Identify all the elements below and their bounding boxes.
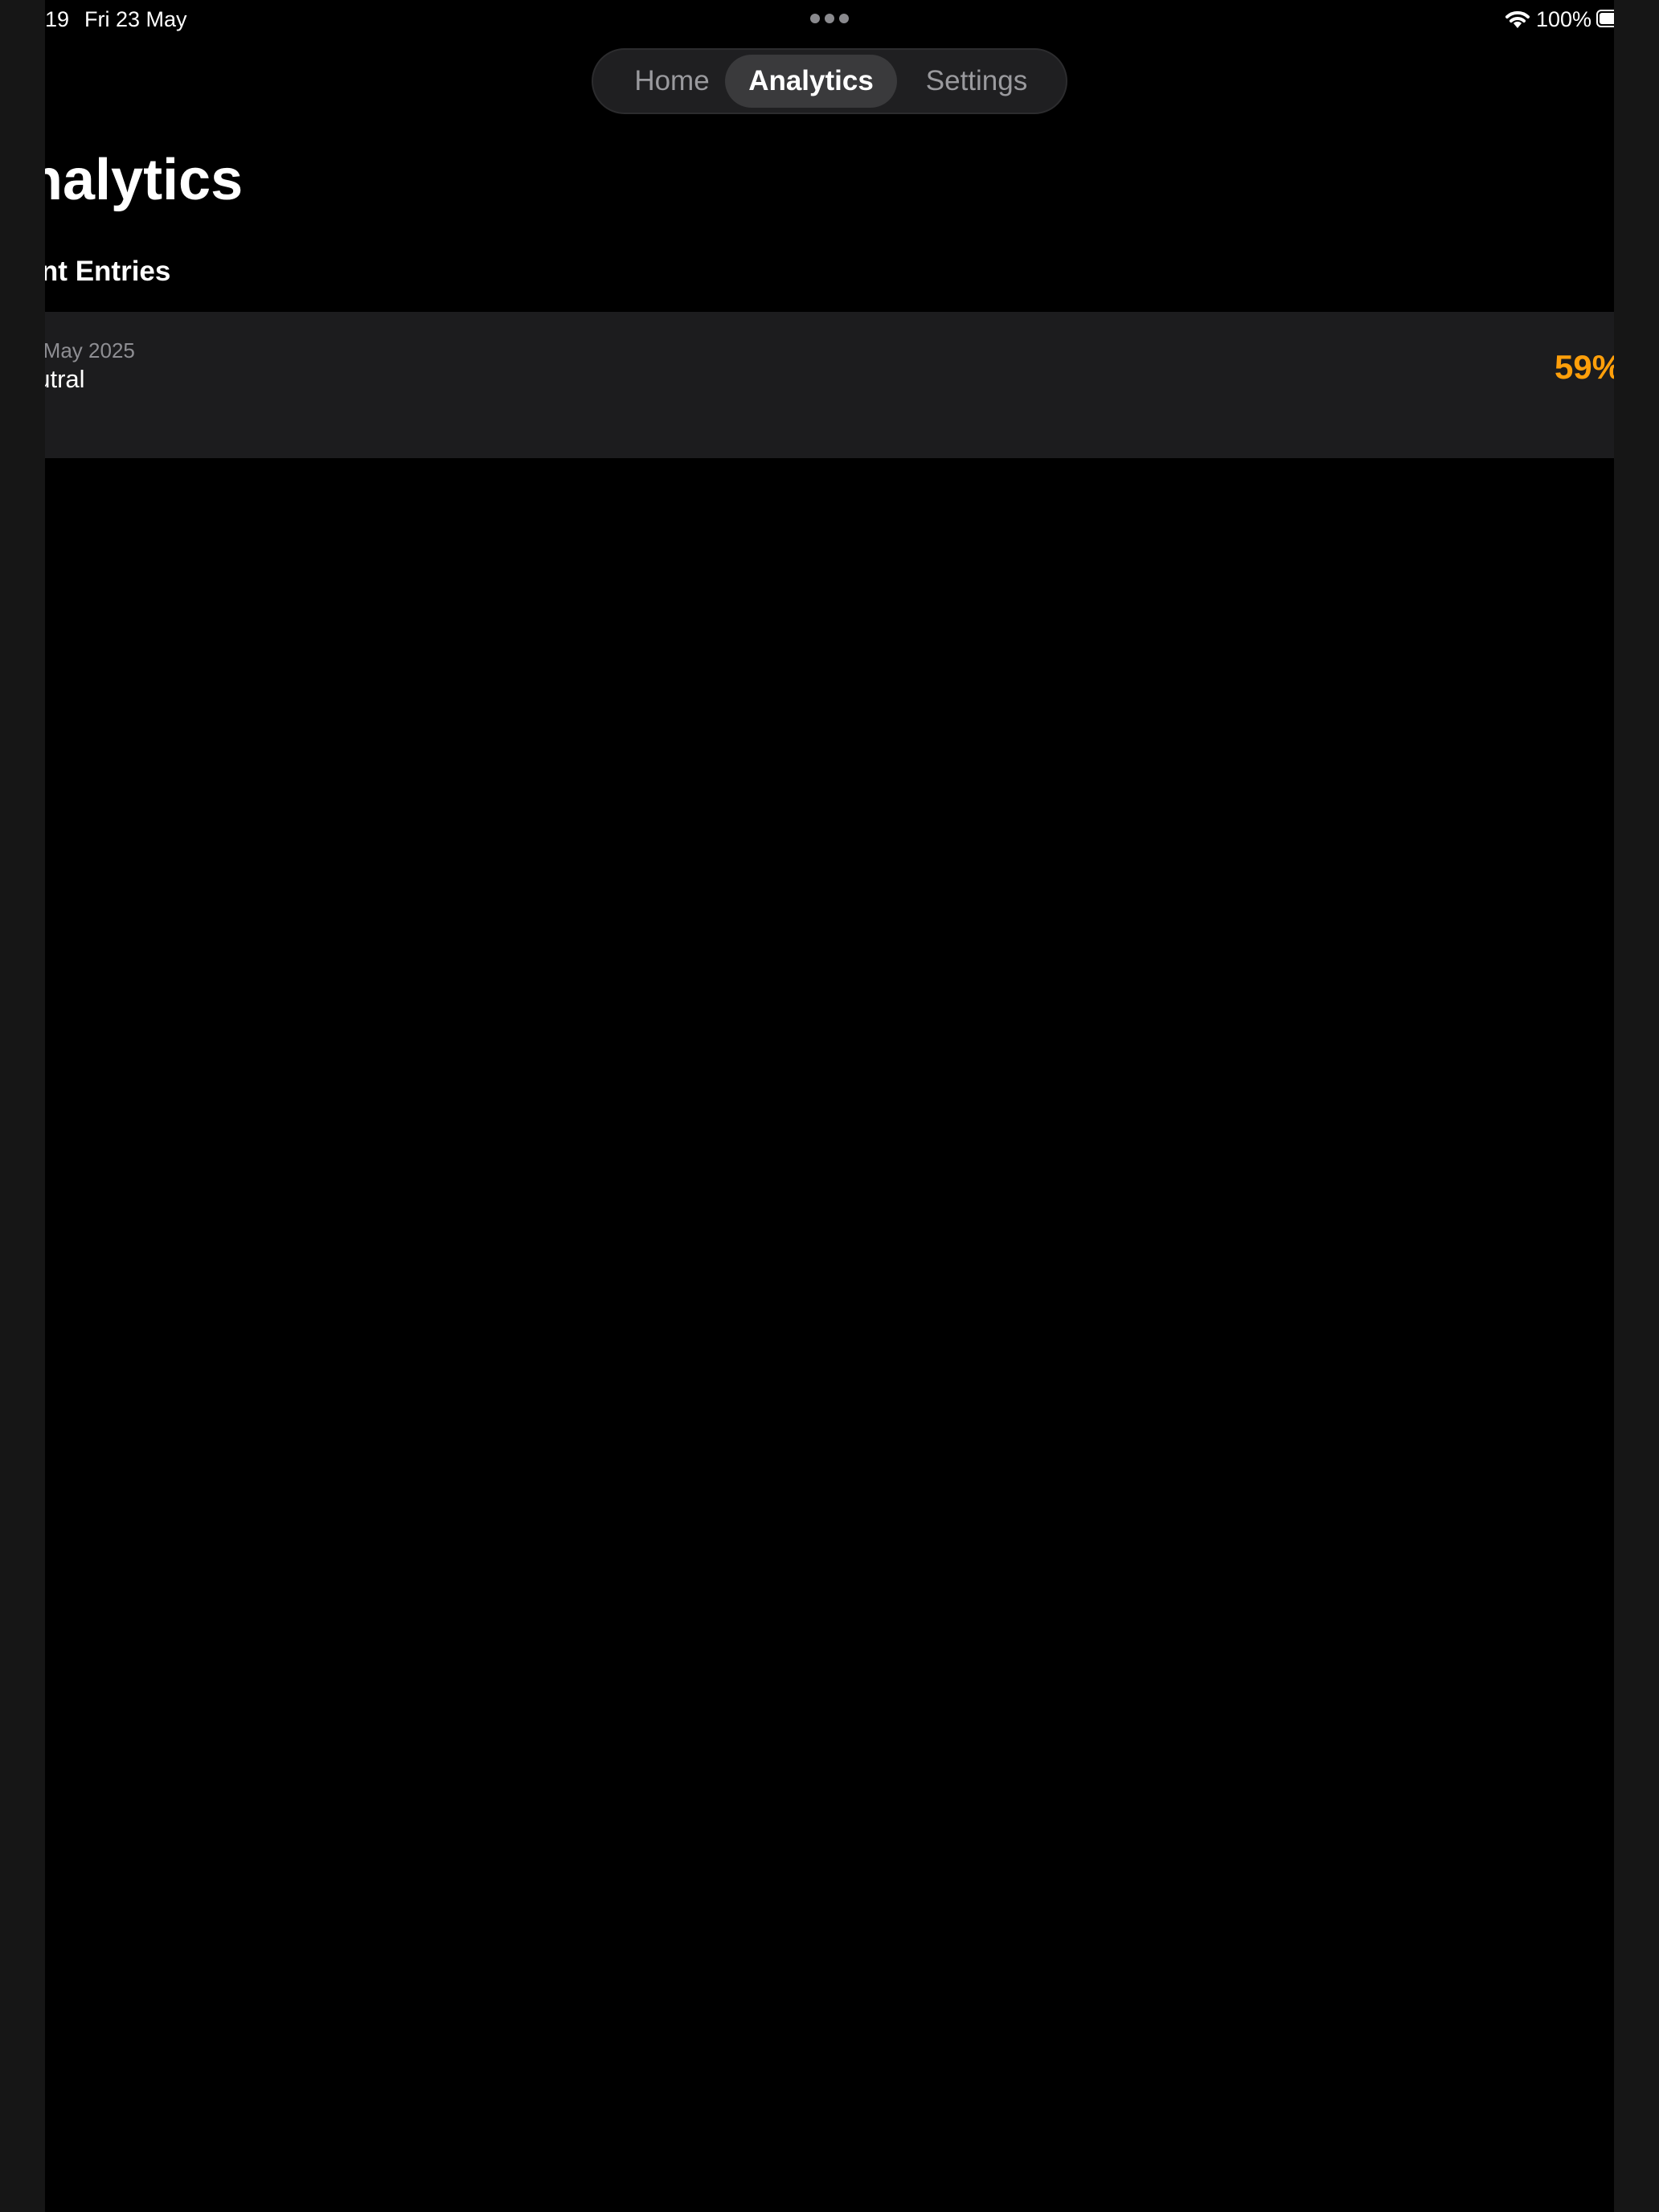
right-bezel (1614, 0, 1659, 2212)
status-time: 19 (45, 7, 70, 31)
battery-percent: 100% (1536, 7, 1592, 31)
entry-score: 59% (1555, 348, 1614, 386)
status-bar: 19 Fri 23 May 100% (45, 0, 1614, 39)
tab-settings[interactable]: Settings (899, 55, 1055, 108)
entry-date: 3 May 2025 (45, 338, 135, 363)
left-bezel (0, 0, 45, 2212)
list-item[interactable]: 3 May 2025 eutral ool 59% (45, 312, 1614, 458)
section-title: cent Entries (45, 256, 171, 287)
tab-home[interactable]: Home (609, 55, 735, 108)
entry-mood: eutral (45, 365, 85, 393)
wifi-icon (1505, 10, 1530, 28)
ellipsis-icon[interactable] (810, 14, 849, 23)
status-date: Fri 23 May (84, 7, 187, 31)
tab-bar: Home Analytics Settings (592, 48, 1067, 114)
app-screen: 19 Fri 23 May 100% Home Analytics Settin… (45, 0, 1614, 2212)
battery-icon (1596, 10, 1614, 27)
tab-analytics[interactable]: Analytics (725, 55, 897, 108)
page-title: nalytics (45, 148, 244, 212)
